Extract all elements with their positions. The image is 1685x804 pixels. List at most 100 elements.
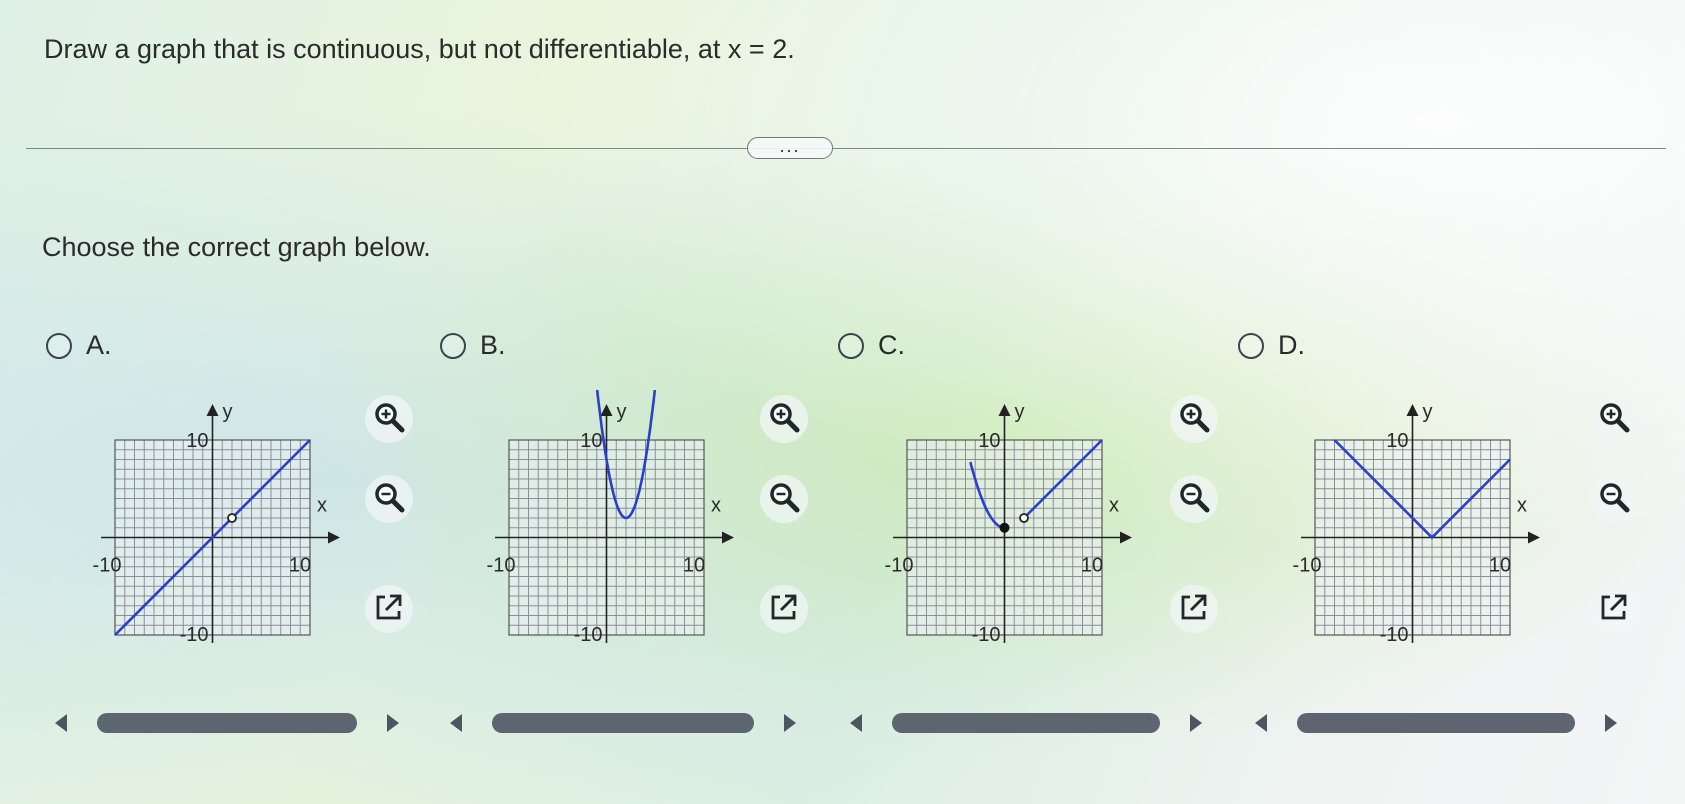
zoom-out-icon	[372, 480, 406, 519]
x-axis-label: x	[317, 495, 327, 517]
scroll-thumb[interactable]	[492, 713, 754, 733]
scroll-thumb[interactable]	[1297, 713, 1575, 733]
scrollbar-b[interactable]	[450, 710, 796, 736]
scrollbar-d[interactable]	[1255, 710, 1617, 736]
y-axis-label: y	[1015, 401, 1025, 423]
scroll-left-icon[interactable]	[850, 714, 862, 732]
option-a[interactable]: A.	[46, 330, 112, 361]
scrollbar-c[interactable]	[850, 710, 1202, 736]
hole-point	[227, 513, 237, 523]
question-page: Draw a graph that is continuous, but not…	[0, 0, 1685, 804]
x-axis-arrow-icon	[1528, 531, 1540, 544]
y-tick-min: -10	[1380, 624, 1409, 646]
scrollbar-a[interactable]	[55, 710, 399, 736]
zoom-out-button-d[interactable]	[1590, 475, 1638, 523]
option-c[interactable]: C.	[838, 330, 905, 361]
option-d[interactable]: D.	[1238, 330, 1305, 361]
graph-plot: y x -10 10 10 -10	[487, 386, 734, 646]
option-d-label: D.	[1278, 330, 1305, 360]
graph-plot: y x -10 10 10 -10	[1293, 401, 1540, 646]
popout-icon	[767, 590, 801, 629]
zoom-in-button-b[interactable]	[760, 395, 808, 443]
scroll-right-icon[interactable]	[1190, 714, 1202, 732]
popout-button-d[interactable]	[1590, 585, 1638, 633]
zoom-in-button-a[interactable]	[365, 395, 413, 443]
graph-a: y x -10 10 10 -10	[90, 390, 340, 660]
x-tick-max: 10	[683, 555, 705, 577]
zoom-in-icon	[1597, 400, 1631, 439]
popout-icon	[1177, 590, 1211, 629]
y-tick-min: -10	[972, 624, 1001, 646]
scroll-right-icon[interactable]	[387, 714, 399, 732]
x-tick-max: 10	[1081, 555, 1103, 577]
x-tick-min: -10	[93, 555, 122, 577]
zoom-out-icon	[1597, 480, 1631, 519]
x-axis-arrow-icon	[1120, 531, 1132, 544]
y-tick-max: 10	[978, 430, 1000, 452]
y-tick-max: 10	[580, 430, 602, 452]
zoom-in-button-c[interactable]	[1170, 395, 1218, 443]
zoom-out-button-a[interactable]	[365, 475, 413, 523]
prompt-text: Choose the correct graph below.	[42, 232, 431, 262]
popout-button-a[interactable]	[365, 585, 413, 633]
graph-plot: y x -10 10 10 -10	[93, 401, 340, 646]
x-tick-max: 10	[1489, 555, 1511, 577]
zoom-in-icon	[1177, 400, 1211, 439]
zoom-in-icon	[767, 400, 801, 439]
option-b-label: B.	[480, 330, 506, 360]
zoom-out-button-b[interactable]	[760, 475, 808, 523]
y-tick-max: 10	[186, 430, 208, 452]
option-a-label: A.	[86, 330, 112, 360]
x-axis-arrow-icon	[722, 531, 734, 544]
option-c-label: C.	[878, 330, 905, 360]
scroll-right-icon[interactable]	[784, 714, 796, 732]
radio-c[interactable]	[838, 332, 864, 359]
graph-plot: y x -10 10 10 -10	[885, 401, 1132, 646]
option-b[interactable]: B.	[440, 330, 506, 361]
radio-a[interactable]	[46, 332, 72, 359]
scroll-left-icon[interactable]	[450, 714, 462, 732]
graph-c: y x -10 10 10 -10	[882, 390, 1132, 660]
x-tick-min: -10	[487, 555, 516, 577]
popout-button-b[interactable]	[760, 585, 808, 633]
more-button[interactable]: ...	[747, 137, 833, 159]
x-tick-min: -10	[1293, 555, 1322, 577]
y-axis-label: y	[617, 401, 627, 423]
zoom-out-icon	[767, 480, 801, 519]
y-tick-min: -10	[180, 624, 209, 646]
y-axis-label: y	[1423, 401, 1433, 423]
zoom-out-button-c[interactable]	[1170, 475, 1218, 523]
divider	[26, 148, 1666, 149]
x-axis-arrow-icon	[328, 531, 340, 544]
zoom-in-icon	[372, 400, 406, 439]
zoom-out-icon	[1177, 480, 1211, 519]
graph-b: y x -10 10 10 -10	[484, 386, 734, 660]
y-axis-label: y	[223, 401, 233, 423]
hole-point	[1019, 513, 1029, 523]
popout-icon	[372, 590, 406, 629]
x-axis-label: x	[1517, 495, 1527, 517]
y-axis-arrow-icon	[206, 404, 219, 416]
zoom-in-button-d[interactable]	[1590, 395, 1638, 443]
radio-d[interactable]	[1238, 332, 1264, 359]
scroll-thumb[interactable]	[97, 713, 357, 733]
x-tick-max: 10	[289, 555, 311, 577]
y-tick-max: 10	[1386, 430, 1408, 452]
scroll-right-icon[interactable]	[1605, 714, 1617, 732]
radio-b[interactable]	[440, 332, 466, 359]
x-axis-label: x	[1109, 495, 1119, 517]
x-axis-label: x	[711, 495, 721, 517]
closed-point	[999, 522, 1010, 533]
graph-d: y x -10 10 10 -10	[1290, 390, 1540, 660]
y-axis-arrow-icon	[1406, 404, 1419, 416]
scroll-left-icon[interactable]	[55, 714, 67, 732]
popout-icon	[1597, 590, 1631, 629]
y-tick-min: -10	[574, 624, 603, 646]
x-tick-min: -10	[885, 555, 914, 577]
scroll-thumb[interactable]	[892, 713, 1160, 733]
y-axis-arrow-icon	[600, 404, 613, 416]
scroll-left-icon[interactable]	[1255, 714, 1267, 732]
popout-button-c[interactable]	[1170, 585, 1218, 633]
y-axis-arrow-icon	[998, 404, 1011, 416]
question-text: Draw a graph that is continuous, but not…	[44, 34, 795, 64]
